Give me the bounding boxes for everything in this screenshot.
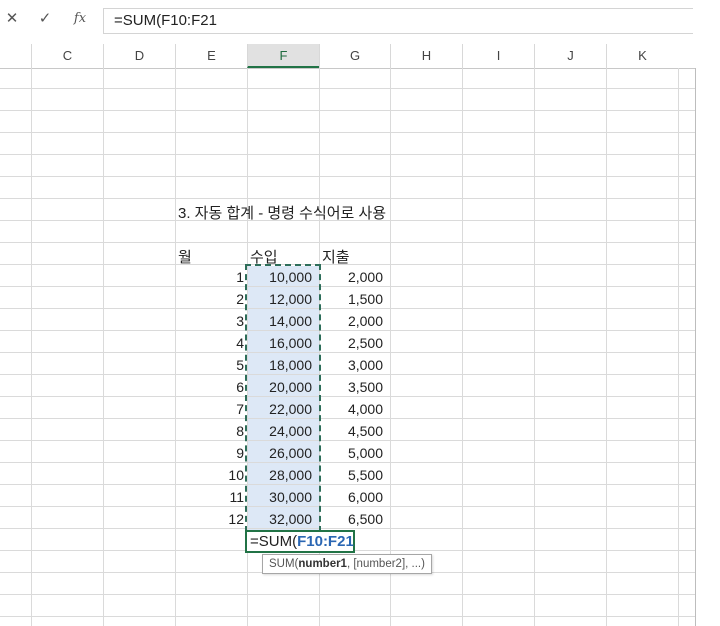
month-cell: 11	[229, 489, 244, 505]
insert-function-icon[interactable]: fx	[68, 8, 92, 30]
expense-cell: 4,500	[347, 423, 383, 439]
copy-range-marquee	[245, 264, 321, 532]
enter-icon[interactable]: ✓	[33, 8, 57, 30]
expense-cell: 2,500	[347, 335, 383, 351]
column-header-j[interactable]: J	[534, 44, 606, 68]
column-header-h[interactable]: H	[390, 44, 462, 68]
formula-range-ref: F10:F21	[297, 533, 354, 550]
column-header-row: C D E F G H I J K	[0, 44, 696, 69]
expense-cell: 2,000	[347, 269, 383, 285]
month-cell: 12	[228, 511, 244, 527]
cancel-icon[interactable]: ✕	[0, 8, 24, 30]
header-expense: 지출	[322, 249, 350, 266]
month-cell: 8	[236, 423, 244, 439]
formula-input[interactable]: =SUM(F10:F21	[103, 8, 693, 34]
expense-cell: 2,000	[347, 313, 383, 329]
column-header-k[interactable]: K	[606, 44, 678, 68]
tooltip-function: SUM(	[269, 558, 299, 570]
expense-cell: 6,000	[347, 489, 383, 505]
month-cell: 2	[236, 291, 244, 307]
tooltip-rest: , [number2], ...)	[346, 558, 425, 570]
column-header-d[interactable]: D	[103, 44, 175, 68]
formula-prefix: =SUM(	[250, 533, 298, 550]
expense-cell: 3,000	[347, 357, 383, 373]
expense-cell: 3,500	[347, 379, 383, 395]
sheet-title: 3. 자동 합계 - 명령 수식어로 사용	[178, 205, 387, 222]
month-cell: 6	[236, 379, 244, 395]
month-cell: 7	[236, 401, 244, 417]
tooltip-arg-number1[interactable]: number1	[298, 558, 347, 570]
expense-cell: 4,000	[347, 401, 383, 417]
column-header-i[interactable]: I	[462, 44, 534, 68]
expense-cell: 1,500	[347, 291, 383, 307]
expense-cell: 5,500	[347, 467, 383, 483]
header-month: 월	[178, 249, 192, 266]
formula-bar: ✕ ✓ fx =SUM(F10:F21	[0, 0, 720, 44]
column-header-f[interactable]: F	[247, 44, 319, 68]
month-cell: 3	[236, 313, 244, 329]
column-header-c[interactable]: C	[31, 44, 103, 68]
month-cell: 9	[236, 445, 244, 461]
month-cell: 5	[236, 357, 244, 373]
month-cell: 1	[236, 269, 244, 285]
month-cell: 4	[236, 335, 244, 351]
column-header-g[interactable]: G	[319, 44, 390, 68]
expense-cell: 6,500	[347, 511, 383, 527]
function-tooltip[interactable]: SUM(number1, [number2], ...)	[262, 554, 432, 574]
active-cell-formula: =SUM(F10:F21	[250, 532, 354, 551]
expense-cell: 5,000	[347, 445, 383, 461]
month-cell: 10	[228, 467, 244, 483]
column-header-e[interactable]: E	[175, 44, 247, 68]
